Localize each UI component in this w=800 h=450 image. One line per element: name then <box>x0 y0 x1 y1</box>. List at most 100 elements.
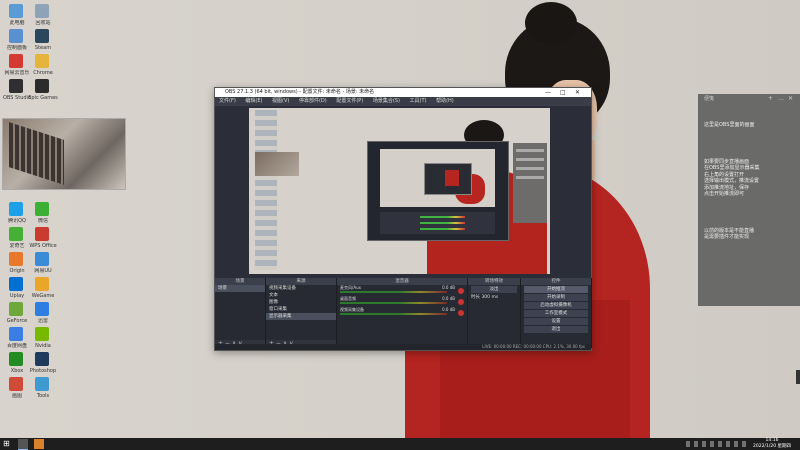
app-icon <box>9 29 23 43</box>
mixer-track: 麦克风/Aux 0.0 dB <box>337 285 467 296</box>
app-icon <box>35 4 49 18</box>
desktop-shortcut-label: Nvidia <box>35 343 51 349</box>
mixer-track-db: 0.0 dB <box>442 296 455 301</box>
note-paragraph[interactable]: 如果要同步直播画面 在OBS里添加显示器采集 右上角的设置打开 选择输出模式，推… <box>698 159 800 198</box>
duration-input[interactable]: 300 ms <box>481 295 498 300</box>
taskbar-app-icon[interactable] <box>34 439 44 449</box>
desktop-shortcut-label: 迅雷 <box>37 318 48 324</box>
app-icon <box>9 79 23 93</box>
desktop-shortcut-label: 回收站 <box>35 20 51 26</box>
close-icon[interactable]: ✕ <box>788 94 793 104</box>
start-recording-button[interactable]: 开始录制 <box>524 294 588 301</box>
obs-preview-canvas[interactable] <box>249 108 550 274</box>
taskbar: ⊞ 14:16 2022/1/20 星期四 <box>0 438 800 450</box>
volume-slider[interactable] <box>340 302 447 304</box>
app-icon <box>9 202 23 216</box>
taskbar-obs-icon[interactable] <box>18 439 28 450</box>
add-note-icon[interactable]: + <box>768 94 773 104</box>
mute-icon[interactable] <box>458 310 464 316</box>
desktop-shortcut-label: Tools <box>36 393 50 399</box>
volume-slider[interactable] <box>340 291 447 293</box>
clock-date: 2022/1/20 星期四 <box>752 444 791 449</box>
obs-title-text: OBS 27.1.3 (64 bit, windows) - 配置文件: 未命名… <box>225 89 375 95</box>
nested-preview <box>380 149 495 207</box>
virtual-camera-button[interactable]: 启动虚拟摄像机 <box>524 302 588 309</box>
menu-profile[interactable]: 配置文件(P) <box>336 98 363 104</box>
exit-button[interactable]: 退出 <box>524 326 588 333</box>
nested-obs-window <box>367 141 509 241</box>
menu-scene-collection[interactable]: 场景集合(S) <box>373 98 400 104</box>
system-tray-icons[interactable] <box>686 441 746 447</box>
duration-row: 时长 300 ms <box>468 294 520 301</box>
source-item[interactable]: 图像 <box>266 299 336 306</box>
menu-edit[interactable]: 编辑(E) <box>245 98 262 104</box>
maximize-button[interactable]: □ <box>560 88 566 97</box>
note-paragraph[interactable]: 以前的版本是不能直播 是需要插件才能实现 <box>698 228 800 241</box>
app-icon <box>9 54 23 68</box>
menu-file[interactable]: 文件(F) <box>219 98 236 104</box>
notes-title: 便笺 <box>704 96 715 102</box>
desktop-shortcut[interactable]: Epic Games <box>28 77 58 107</box>
menu-view[interactable]: 视图(V) <box>272 98 289 104</box>
note-paragraph[interactable]: 这里是OBS里面的画面 <box>698 122 800 129</box>
desktop-shortcut-label: 微信 <box>37 218 48 224</box>
app-icon <box>35 79 49 93</box>
sticky-notes-panel[interactable]: 便笺 + … ✕ 这里是OBS里面的画面 如果要同步直播画面 在OBS里添加显示… <box>698 94 800 306</box>
app-icon <box>35 252 49 266</box>
minimize-button[interactable]: — <box>545 88 551 97</box>
app-icon <box>9 352 23 366</box>
scenes-dock-title: 场景 <box>215 278 265 285</box>
scene-item[interactable]: 场景 <box>215 285 265 292</box>
wallpaper-figure-bun <box>525 2 577 44</box>
windows-start-icon[interactable]: ⊞ <box>3 440 11 448</box>
app-icon <box>35 54 49 68</box>
source-item[interactable]: 视频采集设备 <box>266 285 336 292</box>
nested-obs-window-inner <box>424 163 472 195</box>
mute-icon[interactable] <box>458 299 464 305</box>
settings-button[interactable]: 设置 <box>524 318 588 325</box>
scrollbar-handle[interactable] <box>796 370 800 384</box>
preview-photo-thumbnail <box>255 152 299 176</box>
source-item[interactable]: 显示器采集 <box>266 313 336 320</box>
obs-menu-bar: 文件(F) 编辑(E) 视图(V) 停靠部件(D) 配置文件(P) 场景集合(S… <box>215 97 591 106</box>
obs-status-bar: LIVE: 00:00:00 REC: 00:00:00 CPU: 2.1%, … <box>215 344 591 350</box>
app-icon <box>35 227 49 241</box>
mixer-track-db: 0.0 dB <box>442 307 455 312</box>
desktop-shortcut-label: Steam <box>34 45 52 51</box>
mixer-dock-title: 混音器 <box>337 278 467 285</box>
desktop-shortcut-label: 网易UU <box>34 268 52 274</box>
app-icon <box>35 377 49 391</box>
app-icon <box>9 302 23 316</box>
desktop-shortcut-label: Epic Games <box>28 95 58 101</box>
more-options-icon[interactable]: … <box>778 94 784 104</box>
mixer-track-db: 0.0 dB <box>442 285 455 290</box>
app-icon <box>35 352 49 366</box>
obs-title-bar[interactable]: OBS 27.1.3 (64 bit, windows) - 配置文件: 未命名… <box>215 88 591 97</box>
menu-tools[interactable]: 工具(T) <box>410 98 427 104</box>
duration-label: 时长 <box>471 295 480 300</box>
desktop-photo-thumbnail[interactable] <box>2 118 126 190</box>
app-icon <box>9 227 23 241</box>
obs-docks: 场景 场景 + − ∧ ∨ 来源 视频采集设备 文本 图像 窗口采集 显示器采集… <box>215 278 592 348</box>
menu-help[interactable]: 帮助(H) <box>436 98 454 104</box>
menu-docks[interactable]: 停靠部件(D) <box>299 98 327 104</box>
app-icon <box>9 327 23 341</box>
sources-dock: 来源 视频采集设备 文本 图像 窗口采集 显示器采集 + − ∧ ∨ <box>266 278 337 348</box>
studio-mode-button[interactable]: 工作室模式 <box>524 310 588 317</box>
mute-icon[interactable] <box>458 288 464 294</box>
volume-slider[interactable] <box>340 313 447 315</box>
transition-select[interactable]: 淡出 <box>471 286 517 293</box>
desktop-shortcut-label: WeGame <box>31 293 55 299</box>
source-item[interactable]: 文本 <box>266 292 336 299</box>
source-item[interactable]: 窗口采集 <box>266 306 336 313</box>
close-button[interactable]: ✕ <box>575 88 580 97</box>
keyboard-image <box>9 122 64 185</box>
app-icon <box>35 327 49 341</box>
taskbar-clock[interactable]: 14:16 2022/1/20 星期四 <box>752 438 792 450</box>
desktop-shortcut[interactable]: Tools <box>28 375 58 405</box>
app-icon <box>9 277 23 291</box>
transitions-dock: 转场特效 淡出 时长 300 ms <box>468 278 521 348</box>
obs-window[interactable]: OBS 27.1.3 (64 bit, windows) - 配置文件: 未命名… <box>214 87 592 351</box>
start-streaming-button[interactable]: 开始推流 <box>524 286 588 293</box>
preview-notes-panel <box>513 143 547 223</box>
